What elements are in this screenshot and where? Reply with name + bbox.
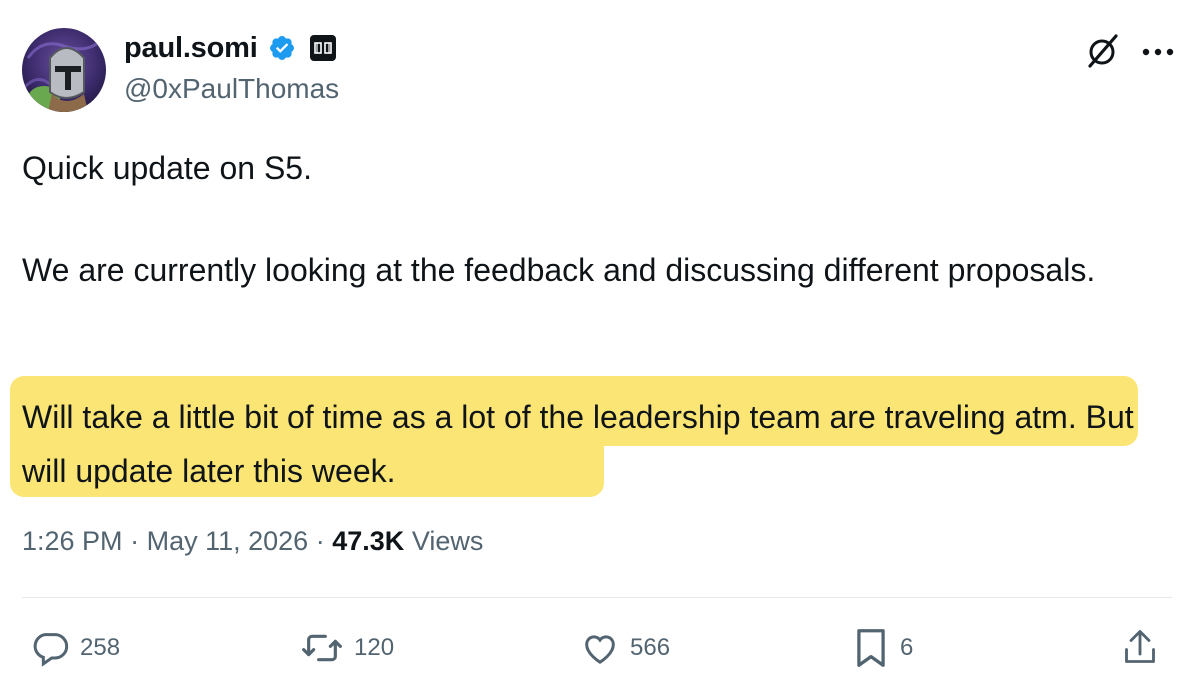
repost-button[interactable]: 120	[300, 626, 394, 670]
reply-count: 258	[80, 634, 121, 661]
bookmark-count: 6	[900, 634, 914, 661]
tweet-paragraph-highlighted: Will take a little bit of time as a lot …	[22, 399, 1134, 489]
views-label[interactable]: Views	[412, 526, 484, 556]
like-button[interactable]: 566	[580, 626, 670, 670]
bookmark-icon	[857, 629, 885, 667]
divider	[22, 597, 1172, 598]
more-dots-icon[interactable]	[1140, 46, 1176, 58]
tweet-paragraph: We are currently looking at the feedback…	[22, 252, 1096, 288]
reply-button[interactable]: 258	[30, 626, 120, 670]
reply-icon	[33, 633, 69, 667]
views-count[interactable]: 47.3K	[332, 526, 404, 556]
knight-helmet-avatar-icon	[22, 28, 106, 112]
affiliate-logo-icon[interactable]	[309, 35, 336, 61]
tweet-paragraph: Quick update on S5.	[22, 150, 312, 186]
repost-icon	[302, 634, 342, 662]
meta-separator: ·	[315, 526, 325, 556]
repost-count: 120	[354, 634, 395, 661]
share-button[interactable]	[1122, 626, 1158, 670]
tweet-time[interactable]: 1:26 PM	[22, 526, 123, 556]
author-name-row: paul.somi	[124, 30, 336, 66]
like-count: 566	[630, 634, 671, 661]
meta-separator: ·	[130, 526, 140, 556]
author-handle[interactable]: @0xPaulThomas	[124, 73, 339, 105]
author-display-name[interactable]: paul.somi	[124, 32, 258, 65]
heart-icon	[585, 635, 615, 664]
tweet-date[interactable]: May 11, 2026	[147, 526, 309, 556]
avatar[interactable]	[22, 28, 106, 112]
bookmark-button[interactable]: 6	[852, 626, 913, 670]
share-icon	[1125, 630, 1155, 663]
tweet-meta: 1:26 PM · May 11, 2026 · 47.3K Views	[22, 526, 483, 557]
verified-badge-icon[interactable]	[268, 34, 296, 62]
grok-icon[interactable]	[1086, 34, 1120, 68]
